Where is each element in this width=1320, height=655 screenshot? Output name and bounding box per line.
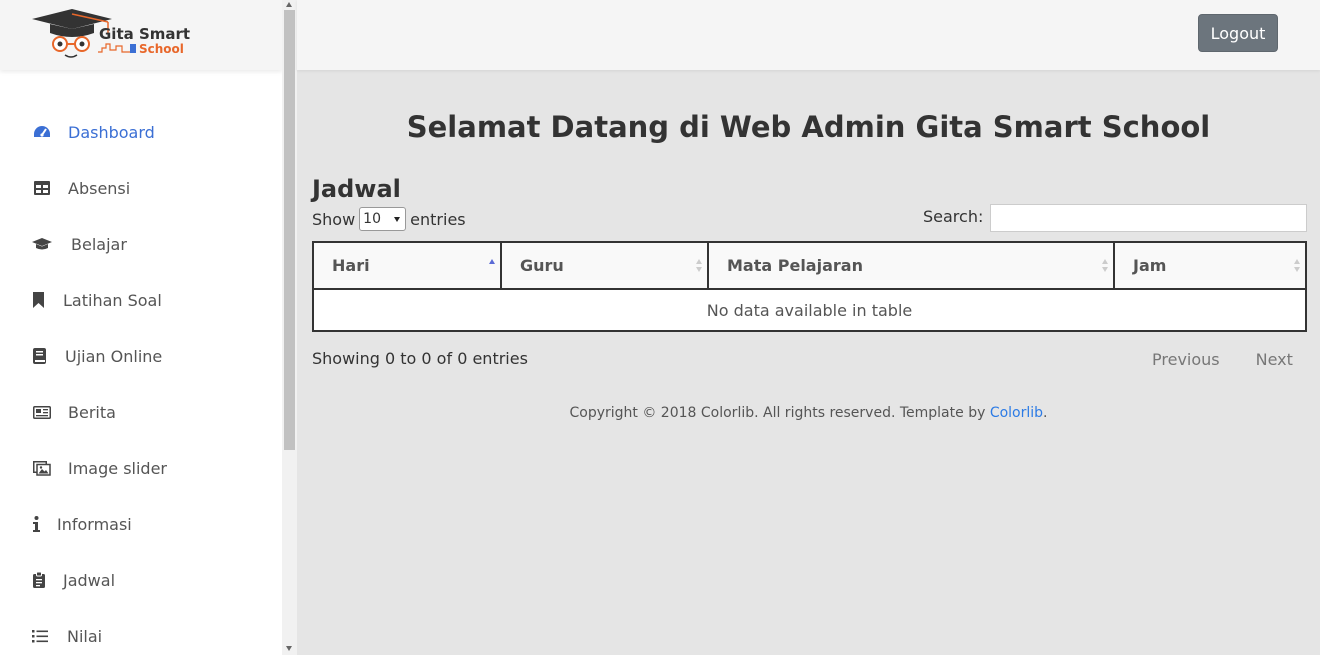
sidebar: Gita Smart School Dashboard Absensi Bela… <box>0 0 282 655</box>
column-header-label: Mata Pelajaran <box>727 256 863 275</box>
table-info: Showing 0 to 0 of 0 entries <box>312 349 528 368</box>
brand-name: Gita Smart <box>99 25 191 43</box>
pagination: Previous Next <box>1152 350 1293 369</box>
column-header-mata-pelajaran[interactable]: Mata Pelajaran <box>708 242 1115 290</box>
sidebar-item-jadwal[interactable]: Jadwal <box>0 552 282 608</box>
scroll-down-arrow-icon[interactable] <box>286 646 292 651</box>
column-header-hari[interactable]: Hari <box>313 242 502 290</box>
scroll-up-arrow-icon[interactable] <box>286 2 292 7</box>
sidebar-item-label: Belajar <box>71 234 127 254</box>
book-icon <box>32 346 46 366</box>
footer-copyright: Copyright © 2018 Colorlib. All rights re… <box>569 405 990 421</box>
show-label: Show <box>312 209 356 229</box>
section-title: Jadwal <box>312 175 401 203</box>
sidebar-header: Gita Smart School <box>0 0 282 70</box>
sidebar-item-nilai[interactable]: Nilai <box>0 608 282 655</box>
column-header-guru[interactable]: Guru <box>501 242 709 290</box>
search-input[interactable] <box>990 204 1307 232</box>
sort-ascending-icon <box>489 259 495 273</box>
entries-select-value: 10 <box>363 211 381 227</box>
sidebar-item-dashboard[interactable]: Dashboard <box>0 104 282 160</box>
column-header-jam[interactable]: Jam <box>1114 242 1306 290</box>
sort-icon <box>1294 259 1300 273</box>
sidebar-item-ujian-online[interactable]: Ujian Online <box>0 328 282 384</box>
sidebar-item-absensi[interactable]: Absensi <box>0 160 282 216</box>
sidebar-nav: Dashboard Absensi Belajar Latihan Soal U… <box>0 104 282 655</box>
bookmark-icon <box>32 290 44 310</box>
sidebar-item-label: Informasi <box>57 514 132 534</box>
sort-icon <box>1102 259 1108 273</box>
logout-button[interactable]: Logout <box>1198 14 1278 52</box>
entries-select[interactable]: 10 <box>359 207 407 231</box>
newspaper-icon <box>32 402 52 422</box>
search-label: Search: <box>923 207 984 226</box>
previous-page-button[interactable]: Previous <box>1152 350 1220 369</box>
sort-icon <box>696 259 702 273</box>
column-header-label: Jam <box>1133 256 1167 275</box>
entries-label: entries <box>410 209 466 229</box>
sidebar-item-label: Image slider <box>68 458 167 478</box>
table-header-row: Hari Guru Mata Pelajaran Jam <box>313 242 1306 290</box>
dashboard-icon <box>32 122 52 142</box>
sidebar-item-label: Dashboard <box>68 122 155 142</box>
scrollbar-thumb[interactable] <box>284 10 295 450</box>
clipboard-icon <box>32 570 46 590</box>
list-icon <box>32 626 48 646</box>
sidebar-item-label: Ujian Online <box>65 346 163 366</box>
sidebar-item-label: Nilai <box>67 626 103 646</box>
brand-subname: School <box>139 42 184 56</box>
sidebar-item-berita[interactable]: Berita <box>0 384 282 440</box>
footer-suffix: . <box>1043 405 1048 421</box>
sidebar-item-label: Latihan Soal <box>63 290 162 310</box>
sidebar-item-label: Berita <box>68 402 116 422</box>
footer: Copyright © 2018 Colorlib. All rights re… <box>297 405 1320 421</box>
brand-logo[interactable]: Gita Smart School <box>32 6 192 62</box>
sidebar-item-latihan-soal[interactable]: Latihan Soal <box>0 272 282 328</box>
entries-length-control: Show 10 entries <box>312 207 466 231</box>
sidebar-item-label: Jadwal <box>63 570 116 590</box>
sidebar-item-label: Absensi <box>68 178 131 198</box>
schedule-table: Hari Guru Mata Pelajaran Jam No data ava… <box>312 241 1307 332</box>
table-row: No data available in table <box>313 289 1306 331</box>
sidebar-item-belajar[interactable]: Belajar <box>0 216 282 272</box>
column-header-label: Guru <box>520 256 564 275</box>
page-title: Selamat Datang di Web Admin Gita Smart S… <box>406 110 1211 144</box>
footer-colorlib-link[interactable]: Colorlib <box>990 405 1043 421</box>
table-icon <box>32 178 52 198</box>
sidebar-item-informasi[interactable]: Informasi <box>0 496 282 552</box>
sidebar-item-image-slider[interactable]: Image slider <box>0 440 282 496</box>
main-content: Selamat Datang di Web Admin Gita Smart S… <box>297 70 1320 655</box>
images-icon <box>32 458 52 478</box>
topbar: Logout <box>297 0 1320 70</box>
next-page-button[interactable]: Next <box>1256 350 1293 369</box>
graduation-cap-icon <box>32 234 52 254</box>
info-icon <box>32 514 40 534</box>
column-header-label: Hari <box>332 256 370 275</box>
sidebar-scrollbar[interactable] <box>282 0 297 655</box>
empty-table-message: No data available in table <box>313 289 1306 331</box>
